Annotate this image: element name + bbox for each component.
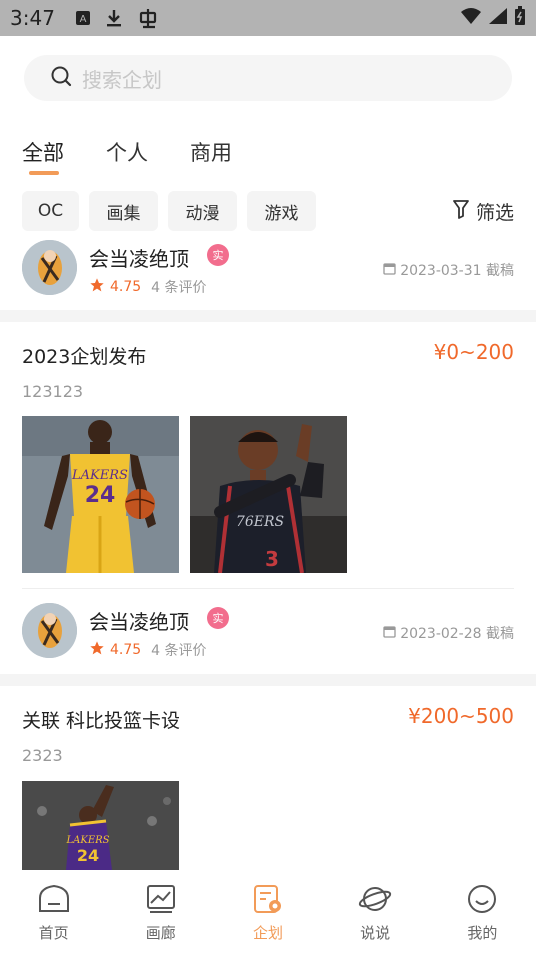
svg-text:24: 24 xyxy=(77,846,99,865)
rating-score: 4.75 xyxy=(110,642,142,658)
post-image[interactable]: 76ERS 3 xyxy=(190,416,347,573)
nav-plan[interactable]: 企划 xyxy=(214,870,321,954)
review-count: 4 条评价 xyxy=(151,280,207,296)
tab-all[interactable]: 全部 xyxy=(22,137,64,175)
avatar[interactable] xyxy=(22,240,77,295)
bug-icon xyxy=(137,7,159,29)
tab-active-indicator xyxy=(29,171,59,175)
svg-text:LAKERS: LAKERS xyxy=(65,835,109,846)
svg-text:76ERS: 76ERS xyxy=(236,514,284,530)
user-rating: 4.75 4 条评价 xyxy=(89,277,207,297)
smile-icon xyxy=(466,884,498,918)
publisher-row[interactable]: 会当凌绝顶 实 4.75 4 条评价 2023-03-31 截稿 xyxy=(22,240,514,296)
user-rating: 4.75 4 条评价 xyxy=(89,640,207,660)
verified-badge: 实 xyxy=(207,607,229,629)
chip-oc[interactable]: OC xyxy=(22,191,79,231)
review-count: 4 条评价 xyxy=(151,643,207,659)
tab-label: 个人 xyxy=(106,141,148,165)
post-image[interactable]: LAKERS 24 xyxy=(22,416,179,573)
deadline-date: 2023-02-28 截稿 xyxy=(400,626,514,642)
search-bar[interactable]: 搜索企划 xyxy=(24,55,512,101)
chip-anime[interactable]: 动漫 xyxy=(168,191,237,231)
home-icon xyxy=(37,884,71,918)
planet-icon xyxy=(358,884,392,918)
post-description: 123123 xyxy=(22,382,84,401)
post-description: 2323 xyxy=(22,746,63,765)
chip-artbook[interactable]: 画集 xyxy=(89,191,158,231)
nav-label: 说说 xyxy=(360,924,391,942)
star-icon xyxy=(89,640,105,660)
plan-icon xyxy=(253,884,283,918)
post-price: ¥200~500 xyxy=(408,704,514,728)
nav-label: 我的 xyxy=(467,924,498,942)
status-time: 3:47 xyxy=(10,6,55,30)
keyboard-a-icon: A xyxy=(75,10,91,26)
section-divider xyxy=(0,310,536,322)
section-divider xyxy=(0,674,536,686)
filter-label: 筛选 xyxy=(475,202,514,224)
search-input[interactable]: 搜索企划 xyxy=(82,64,162,93)
post-image[interactable]: LAKERS 24 xyxy=(22,781,179,870)
nav-mine[interactable]: 我的 xyxy=(429,870,536,954)
post-title[interactable]: 2023企划发布 xyxy=(22,342,146,369)
status-bar: 3:47 A xyxy=(0,0,536,36)
filter-icon xyxy=(452,199,470,224)
publisher-row[interactable]: 会当凌绝顶 实 4.75 4 条评价 2023-02-28 截稿 xyxy=(22,603,514,659)
signal-icon xyxy=(488,7,508,29)
chip-game[interactable]: 游戏 xyxy=(247,191,316,231)
svg-text:LAKERS: LAKERS xyxy=(71,468,128,483)
tag-chips: OC 画集 动漫 游戏 xyxy=(22,191,316,231)
svg-text:3: 3 xyxy=(265,547,279,571)
nav-moments[interactable]: 说说 xyxy=(322,870,429,954)
filter-button[interactable]: 筛选 xyxy=(452,198,514,225)
star-icon xyxy=(89,277,105,297)
battery-icon xyxy=(514,6,526,30)
category-tabs: 全部 个人 商用 xyxy=(22,137,232,175)
verified-badge: 实 xyxy=(207,244,229,266)
download-icon xyxy=(105,8,123,28)
tab-label: 全部 xyxy=(22,141,64,165)
gallery-icon xyxy=(146,884,176,918)
calendar-icon xyxy=(383,625,396,642)
nav-label: 画廊 xyxy=(145,924,176,942)
deadline: 2023-03-31 截稿 xyxy=(383,260,514,280)
bottom-navigation: 首页 画廊 企划 说说 我的 xyxy=(0,870,536,954)
deadline: 2023-02-28 截稿 xyxy=(383,623,514,643)
avatar[interactable] xyxy=(22,603,77,658)
search-icon xyxy=(50,65,72,91)
user-name[interactable]: 会当凌绝顶 xyxy=(89,243,189,272)
nav-label: 首页 xyxy=(38,924,69,942)
row-divider xyxy=(22,588,514,589)
deadline-date: 2023-03-31 截稿 xyxy=(400,263,514,279)
nav-label: 企划 xyxy=(252,924,283,942)
user-name[interactable]: 会当凌绝顶 xyxy=(89,606,189,635)
calendar-icon xyxy=(383,262,396,279)
nav-gallery[interactable]: 画廊 xyxy=(107,870,214,954)
tab-personal[interactable]: 个人 xyxy=(106,137,148,173)
wifi-icon xyxy=(460,7,482,29)
svg-text:A: A xyxy=(80,14,87,25)
rating-score: 4.75 xyxy=(110,279,142,295)
post-title[interactable]: 关联 科比投篮卡设 xyxy=(22,706,180,733)
tab-commercial[interactable]: 商用 xyxy=(190,137,232,173)
tab-label: 商用 xyxy=(190,141,232,165)
nav-home[interactable]: 首页 xyxy=(0,870,107,954)
post-price: ¥0~200 xyxy=(433,340,514,364)
svg-text:24: 24 xyxy=(85,483,116,508)
